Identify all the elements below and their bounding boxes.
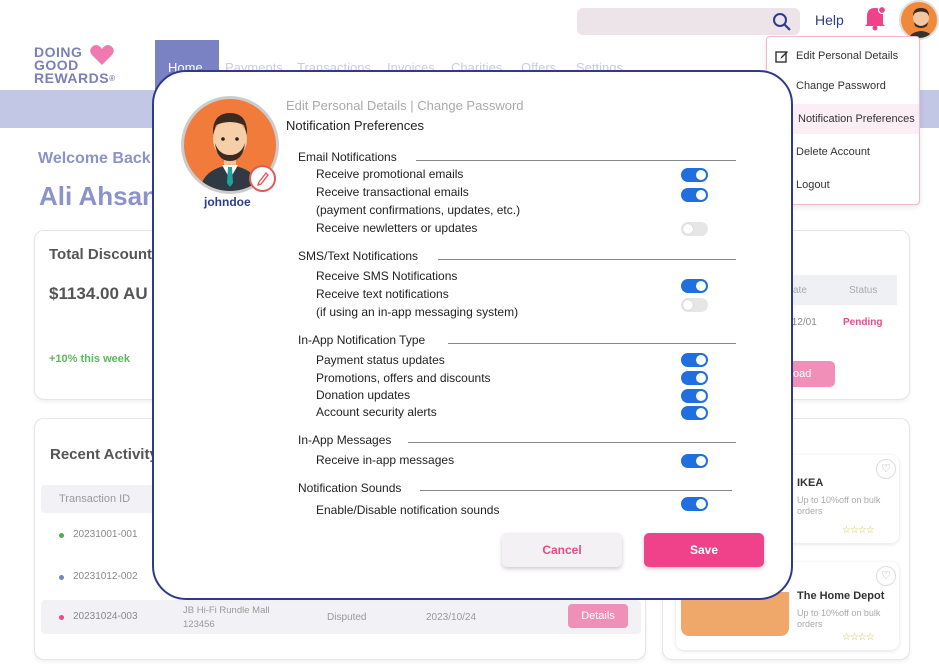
notification-preferences-modal: johndoe Edit Personal Details | Change P… (152, 70, 793, 600)
menu-logout[interactable]: Logout (796, 179, 830, 191)
status-badge: Pending (843, 317, 883, 328)
toggle-security-alerts[interactable] (681, 406, 708, 420)
section-sounds: Notification Sounds (298, 481, 402, 495)
status-dot (59, 575, 64, 580)
toggle-sms-notifications[interactable] (681, 279, 708, 293)
menu-edit-personal-details[interactable]: Edit Personal Details (796, 50, 898, 62)
pencil-icon (256, 171, 269, 187)
divider (420, 490, 732, 491)
page-title: Notification Preferences (286, 118, 425, 133)
toggle-promotions[interactable] (681, 371, 708, 385)
heart-icon[interactable]: ♡ (876, 459, 896, 479)
rating-stars: ☆☆☆☆ (842, 632, 875, 643)
heart-icon[interactable]: ♡ (876, 566, 896, 586)
table-row[interactable]: 20231024-003 JB Hi-Fi Rundle Mall 123456… (41, 600, 641, 634)
menu-notification-preferences[interactable]: Notification Preferences (798, 113, 915, 125)
edit-avatar-button[interactable] (249, 165, 276, 192)
section-sms: SMS/Text Notifications (298, 249, 419, 263)
user-name: Ali Ahsan (39, 181, 158, 211)
toggle-notification-sounds[interactable] (681, 497, 708, 511)
bell-icon[interactable] (862, 4, 888, 32)
divider (416, 160, 736, 161)
table-header: ate Status (783, 275, 897, 305)
top-bar: Help (0, 0, 939, 40)
help-link[interactable]: Help (815, 12, 844, 28)
heart-logo-icon (90, 45, 114, 65)
toggle-text-notifications[interactable] (681, 298, 708, 312)
section-email: Email Notifications (298, 150, 397, 164)
menu-change-password[interactable]: Change Password (796, 80, 886, 92)
cancel-button[interactable]: Cancel (502, 533, 622, 567)
status-dot (59, 615, 64, 620)
divider (408, 442, 736, 443)
toggle-transactional-emails[interactable] (681, 188, 708, 202)
section-inapp-type: In-App Notification Type (298, 333, 426, 347)
toggle-donation-updates[interactable] (681, 389, 708, 403)
toggle-newsletters[interactable] (681, 222, 708, 236)
search-icon[interactable] (772, 12, 792, 32)
welcome-text: Welcome Back (38, 150, 151, 167)
divider (448, 343, 736, 344)
toggle-inapp-messages[interactable] (681, 454, 708, 468)
divider (438, 259, 736, 260)
edit-icon (775, 51, 788, 63)
toggle-payment-status[interactable] (681, 353, 708, 367)
status-dot (59, 533, 64, 538)
section-inapp-messages: In-App Messages (298, 433, 392, 447)
profile-username: johndoe (204, 195, 251, 209)
menu-delete-account[interactable]: Delete Account (796, 146, 870, 158)
breadcrumb[interactable]: Edit Personal Details | Change Password (286, 98, 524, 113)
toggle-promotional-emails[interactable] (681, 168, 708, 182)
app-logo[interactable]: DOING GOOD REWARDS® (34, 45, 115, 85)
save-button[interactable]: Save (644, 533, 764, 567)
user-avatar-button[interactable] (899, 0, 939, 40)
rating-stars: ☆☆☆☆ (842, 525, 875, 536)
search-input[interactable] (577, 8, 800, 35)
details-button[interactable]: Details (568, 604, 628, 628)
